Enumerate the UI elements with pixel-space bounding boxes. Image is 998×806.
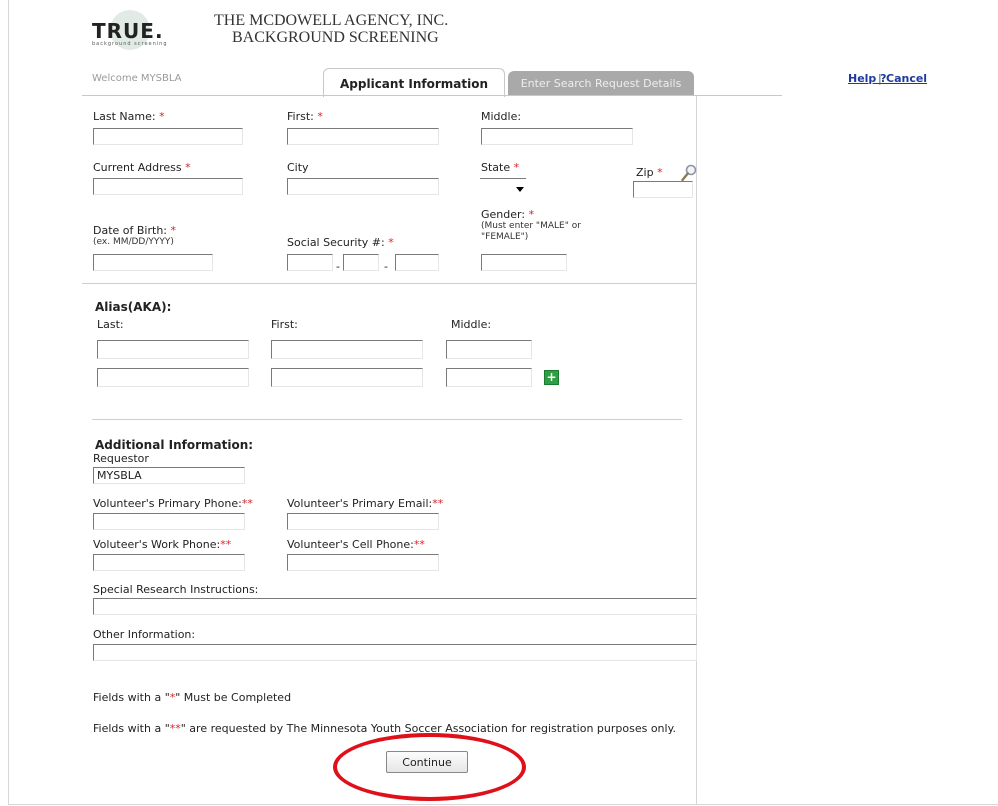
alias-middle-label: Middle: — [451, 318, 492, 331]
primary-email-label: Volunteer's Primary Email:** — [287, 497, 444, 510]
alias-1-middle-input[interactable] — [446, 340, 532, 359]
primary-email-input[interactable] — [287, 513, 439, 530]
other-information-input[interactable] — [93, 644, 697, 661]
work-phone-label: Voluteer's Work Phone:** — [93, 538, 232, 551]
cell-phone-label: Volunteer's Cell Phone:** — [287, 538, 425, 551]
section-divider — [92, 419, 682, 420]
header-divider: | — [878, 72, 882, 85]
tab-applicant-information[interactable]: Applicant Information — [323, 68, 505, 97]
requestor-input[interactable] — [93, 467, 245, 484]
primary-phone-label: Volunteer's Primary Phone:** — [93, 497, 253, 510]
last-name-input[interactable] — [93, 128, 243, 145]
gender-label: Gender: * — [481, 208, 535, 221]
alias-1-first-input[interactable] — [271, 340, 423, 359]
tab-underline — [82, 95, 782, 96]
special-instructions-input[interactable] — [93, 598, 697, 615]
requested-fields-note: Fields with a "**" are requested by The … — [93, 722, 677, 735]
alias-last-label: Last: — [97, 318, 124, 331]
welcome-text: Welcome MYSBLA — [92, 73, 182, 84]
other-information-label: Other Information: — [93, 628, 196, 641]
ssn-separator: - — [336, 260, 340, 273]
first-name-input[interactable] — [287, 128, 439, 145]
current-address-input[interactable] — [93, 178, 243, 195]
state-label: State * — [481, 161, 520, 174]
plus-icon[interactable]: + — [544, 370, 559, 385]
alias-1-last-input[interactable] — [97, 340, 249, 359]
zip-label: Zip * — [636, 166, 663, 179]
company-line-1: THE MCDOWELL AGENCY, INC. — [214, 12, 449, 29]
dob-label: Date of Birth: * — [93, 224, 177, 237]
alias-first-label: First: — [271, 318, 298, 331]
ssn-label: Social Security #: * — [287, 236, 394, 249]
middle-name-label: Middle: — [481, 110, 522, 123]
middle-name-input[interactable] — [481, 128, 633, 145]
additional-info-title: Additional Information: — [95, 438, 254, 452]
alias-2-last-input[interactable] — [97, 368, 249, 387]
required-fields-note: Fields with a "*" Must be Completed — [93, 691, 292, 704]
last-name-label: Last Name: * — [93, 110, 165, 123]
tab-enter-search-request-details[interactable]: Enter Search Request Details — [508, 71, 694, 95]
city-label: City — [287, 161, 309, 174]
chevron-down-icon[interactable] — [516, 187, 524, 192]
gender-hint-line-1: (Must enter "MALE" or — [481, 221, 581, 231]
logo-subtext: background screening — [92, 41, 168, 47]
alias-2-first-input[interactable] — [271, 368, 423, 387]
city-input[interactable] — [287, 178, 439, 195]
special-instructions-label: Special Research Instructions: — [93, 583, 259, 596]
section-divider — [82, 283, 696, 284]
magnifier-icon[interactable] — [681, 164, 697, 182]
gender-hint-line-2: "FEMALE") — [481, 232, 529, 242]
ssn-separator: - — [384, 260, 388, 273]
first-name-label: First: * — [287, 110, 323, 123]
ssn-part-3-input[interactable] — [395, 254, 439, 271]
cell-phone-input[interactable] — [287, 554, 439, 571]
dob-input[interactable] — [93, 254, 213, 271]
current-address-label: Current Address * — [93, 161, 191, 174]
content-right-border — [696, 96, 697, 804]
logo: TRUE. — [92, 19, 164, 43]
zip-input[interactable] — [633, 181, 693, 198]
requestor-label: Requestor — [93, 452, 149, 465]
ssn-part-1-input[interactable] — [287, 254, 333, 271]
cancel-link[interactable]: Cancel — [886, 72, 927, 85]
alias-section-title: Alias(AKA): — [95, 300, 172, 314]
ssn-part-2-input[interactable] — [343, 254, 379, 271]
dob-hint: (ex. MM/DD/YYYY) — [93, 237, 174, 247]
company-line-2: BACKGROUND SCREENING — [232, 29, 439, 46]
gender-input[interactable] — [481, 254, 567, 271]
company-name: THE MCDOWELL AGENCY, INC. BACKGROUND SCR… — [214, 12, 448, 46]
primary-phone-input[interactable] — [93, 513, 245, 530]
annotation-highlight-circle — [333, 733, 526, 801]
work-phone-input[interactable] — [93, 554, 245, 571]
alias-2-middle-input[interactable] — [446, 368, 532, 387]
